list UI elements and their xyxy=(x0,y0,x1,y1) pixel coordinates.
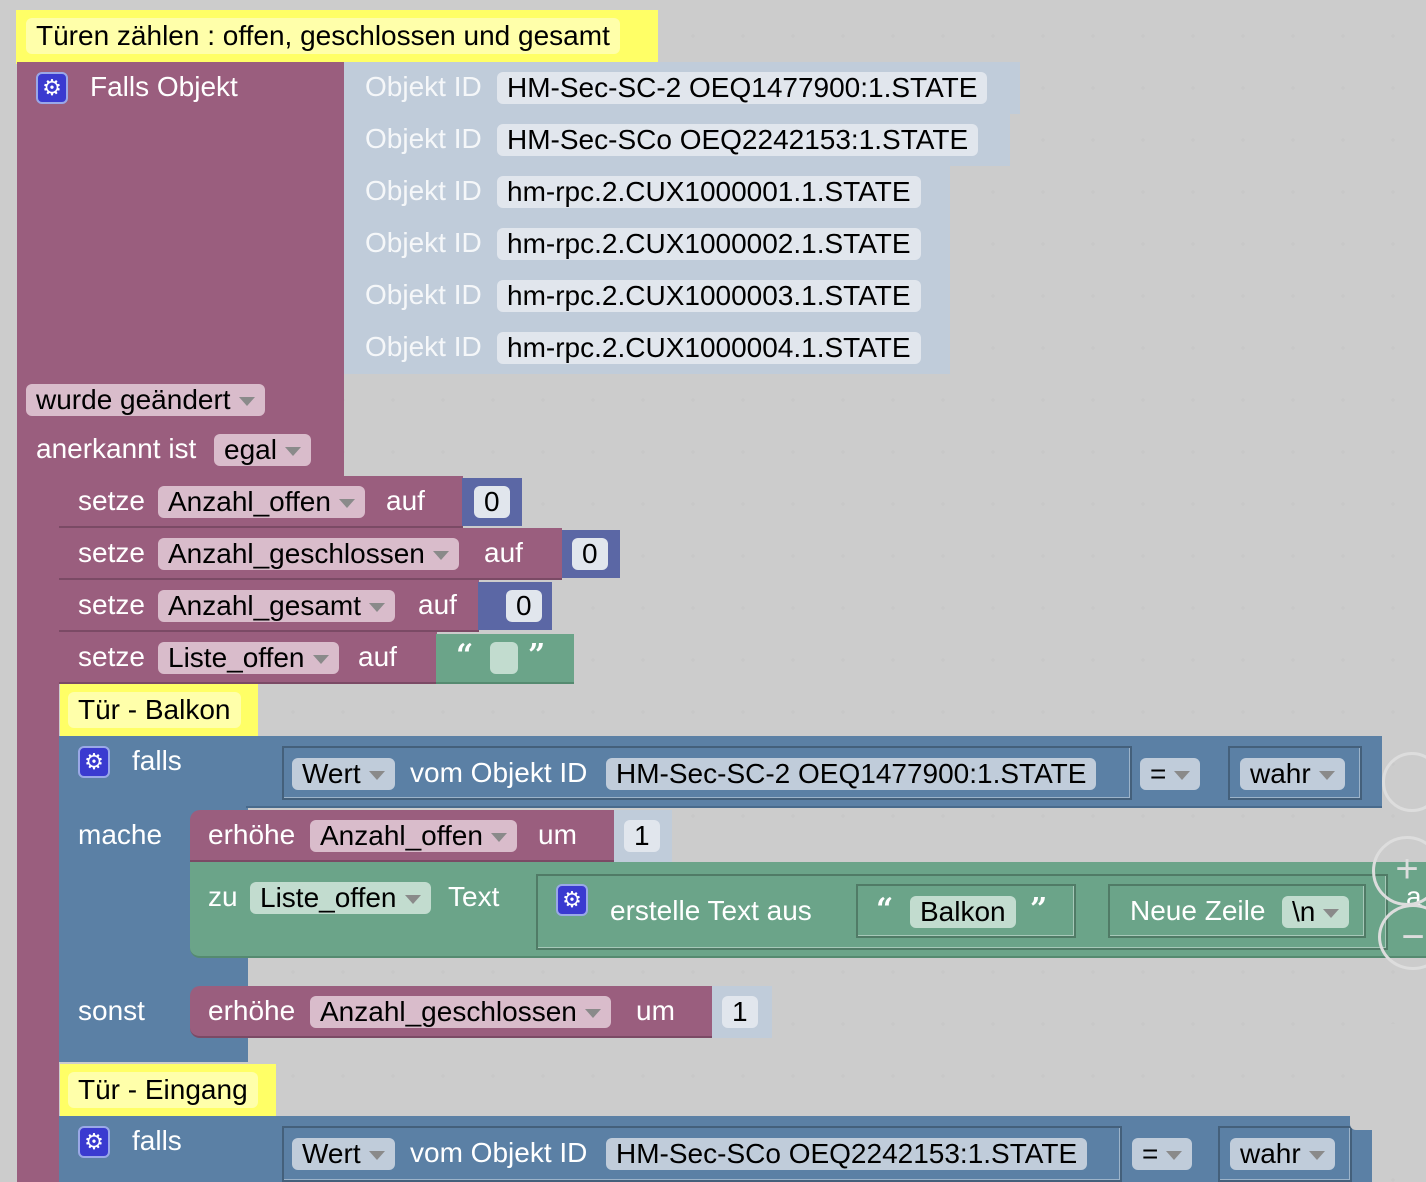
number-field[interactable]: 0 xyxy=(506,590,542,622)
variable-dropdown[interactable]: Liste_offen xyxy=(250,882,431,914)
number-field[interactable]: 0 xyxy=(572,538,608,570)
gear-icon[interactable]: ⚙ xyxy=(36,72,68,104)
zu-label: zu xyxy=(208,881,238,912)
setze-label: setze xyxy=(78,641,145,672)
vom-label: vom Objekt ID xyxy=(410,757,588,788)
open-quote-icon: “ xyxy=(876,892,894,927)
number-field[interactable]: 1 xyxy=(624,820,660,852)
number-field[interactable]: 1 xyxy=(722,996,758,1028)
operator-dropdown[interactable]: = xyxy=(1132,1138,1193,1170)
gear-icon[interactable]: ⚙ xyxy=(78,1126,110,1158)
newline-label: Neue Zeile xyxy=(1130,895,1266,926)
gear-icon[interactable]: ⚙ xyxy=(556,884,588,916)
text-label: Text xyxy=(448,881,500,912)
ack-dropdown[interactable]: egal xyxy=(214,434,311,466)
object-id-field[interactable]: hm-rpc.2.CUX1000002.1.STATE xyxy=(497,228,921,260)
auf-label: auf xyxy=(358,641,397,672)
event-dropdown[interactable]: wurde geändert xyxy=(26,384,265,416)
object-id-field[interactable]: HM-Sec-SC-2 OEQ1477900:1.STATE xyxy=(497,72,988,104)
string-field[interactable]: Balkon xyxy=(910,896,1016,928)
object-id-field[interactable]: hm-rpc.2.CUX1000004.1.STATE xyxy=(497,332,921,364)
vom-label: vom Objekt ID xyxy=(410,1137,588,1168)
boolean-dropdown[interactable]: wahr xyxy=(1230,1138,1335,1170)
objekt-id-label: Objekt ID xyxy=(365,123,482,154)
erhoehe-label: erhöhe xyxy=(208,995,296,1026)
ack-label: anerkannt ist xyxy=(36,433,197,464)
objekt-id-label: Objekt ID xyxy=(365,227,482,258)
trash-icon[interactable] xyxy=(1350,1046,1422,1130)
open-quote-icon: “ xyxy=(456,638,474,673)
setze-label: setze xyxy=(78,589,145,620)
object-id-field[interactable]: HM-Sec-SCo OEQ2242153:1.STATE xyxy=(497,124,979,156)
variable-dropdown[interactable]: Liste_offen xyxy=(158,642,339,674)
comment-main[interactable]: Türen zählen : offen, geschlossen und ge… xyxy=(16,10,658,64)
variable-dropdown[interactable]: Anzahl_offen xyxy=(310,820,517,852)
object-id-field[interactable]: hm-rpc.2.CUX1000001.1.STATE xyxy=(497,176,921,208)
falls-label: falls xyxy=(132,1125,182,1156)
object-id-field[interactable]: hm-rpc.2.CUX1000003.1.STATE xyxy=(497,280,921,312)
object-id-field[interactable]: HM-Sec-SC-2 OEQ1477900:1.STATE xyxy=(606,758,1097,790)
mache-label: mache xyxy=(78,819,163,850)
wert-dropdown[interactable]: Wert xyxy=(292,758,395,790)
variable-dropdown[interactable]: Anzahl_geschlossen xyxy=(158,538,459,570)
comment-text: Türen zählen : offen, geschlossen und ge… xyxy=(26,18,620,54)
objekt-id-label: Objekt ID xyxy=(365,175,482,206)
object-id-field[interactable]: HM-Sec-SCo OEQ2242153:1.STATE xyxy=(606,1138,1088,1170)
objekt-id-label: Objekt ID xyxy=(365,331,482,362)
auf-label: auf xyxy=(386,485,425,516)
comment-text: Tür - Balkon xyxy=(68,692,241,728)
variable-dropdown[interactable]: Anzahl_geschlossen xyxy=(310,996,611,1028)
comment-balkon[interactable]: Tür - Balkon xyxy=(60,684,258,738)
setze-label: setze xyxy=(78,537,145,568)
objekt-id-label: Objekt ID xyxy=(365,279,482,310)
text-field[interactable] xyxy=(490,642,518,674)
number-field[interactable]: 0 xyxy=(474,486,510,518)
erhoehe-label: erhöhe xyxy=(208,819,296,850)
setze-label: setze xyxy=(78,485,145,516)
objekt-id-label: Objekt ID xyxy=(365,71,482,102)
um-label: um xyxy=(538,819,577,850)
gear-icon[interactable]: ⚙ xyxy=(78,746,110,778)
comment-text: Tür - Eingang xyxy=(68,1072,258,1108)
sonst-label: sonst xyxy=(78,995,145,1026)
wert-dropdown[interactable]: Wert xyxy=(292,1138,395,1170)
trash-lid-icon[interactable] xyxy=(1344,1024,1426,1042)
close-quote-icon: ” xyxy=(528,638,546,673)
um-label: um xyxy=(636,995,675,1026)
newline-dropdown[interactable]: \n xyxy=(1282,896,1350,928)
falls-label: falls xyxy=(132,745,182,776)
trigger-body-bar xyxy=(17,470,59,1182)
auf-label: auf xyxy=(418,589,457,620)
operator-dropdown[interactable]: = xyxy=(1140,758,1201,790)
create-text-label: erstelle Text aus xyxy=(610,895,812,926)
variable-dropdown[interactable]: Anzahl_gesamt xyxy=(158,590,396,622)
close-quote-icon: ” xyxy=(1030,892,1048,927)
variable-dropdown[interactable]: Anzahl_offen xyxy=(158,486,365,518)
boolean-dropdown[interactable]: wahr xyxy=(1240,758,1345,790)
auf-label: auf xyxy=(484,537,523,568)
trigger-label: Falls Objekt xyxy=(90,71,238,102)
comment-eingang[interactable]: Tür - Eingang xyxy=(60,1064,276,1118)
